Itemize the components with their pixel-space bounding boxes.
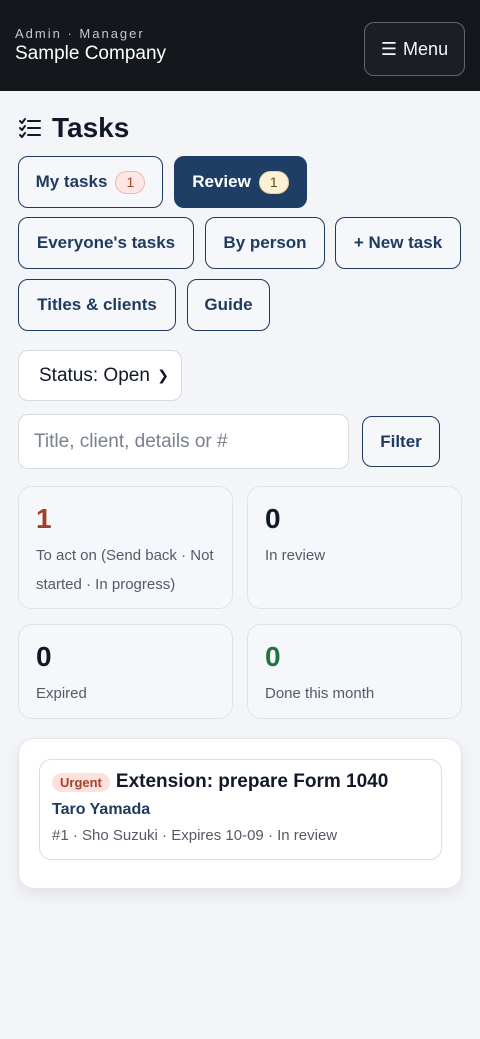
task-meta: #1 · Sho Suzuki · Expires 10-09 · In rev… [52, 827, 338, 844]
status-select[interactable]: Status: Open ❯ [18, 350, 182, 401]
tab-review[interactable]: Review 1 [174, 156, 307, 208]
tab-my-tasks-label: My tasks [35, 172, 108, 191]
stat-to-act-on: 1 To act on (Send back · Not started · I… [18, 486, 233, 609]
stat-in-review-label: In review [265, 547, 326, 564]
search-input[interactable] [18, 414, 349, 469]
tab-titles-clients-label: Titles & clients [37, 295, 157, 314]
tab-by-person-label: By person [223, 233, 307, 252]
tab-my-tasks[interactable]: My tasks 1 [18, 156, 163, 208]
company-name: Sample Company [15, 43, 167, 64]
task-header: Urgent Extension: prepare Form 1040 [52, 771, 388, 793]
new-task-label: + New task [353, 233, 443, 252]
page-title: Tasks [52, 112, 130, 143]
stat-in-review: 0 In review [247, 486, 462, 609]
new-task-button[interactable]: + New task [335, 217, 461, 269]
task-list-panel: Urgent Extension: prepare Form 1040 Taro… [18, 738, 462, 889]
stat-expired-label: Expired [36, 685, 87, 702]
guide-label: Guide [204, 295, 253, 314]
chevron-down-icon: ❯ [157, 367, 169, 383]
urgent-badge: Urgent [52, 772, 110, 792]
stat-done-this-month-value: 0 [265, 641, 281, 672]
checklist-icon [19, 118, 41, 138]
review-count-badge: 1 [258, 170, 289, 194]
my-tasks-count-badge: 1 [115, 170, 146, 194]
filter-label: Filter [380, 431, 422, 451]
stat-to-act-on-value: 1 [36, 503, 52, 534]
guide-button[interactable]: Guide [187, 279, 270, 331]
stat-done-this-month: 0 Done this month [247, 624, 462, 719]
tab-everyones-tasks-label: Everyone's tasks [36, 233, 176, 252]
stat-done-this-month-label: Done this month [265, 685, 375, 702]
tab-titles-clients[interactable]: Titles & clients [18, 279, 176, 331]
tab-by-person[interactable]: By person [205, 217, 325, 269]
filter-button[interactable]: Filter [362, 416, 440, 467]
task-title[interactable]: Extension: prepare Form 1040 [116, 771, 388, 793]
task-client[interactable]: Taro Yamada [52, 801, 150, 819]
status-select-value: Status: Open [39, 364, 150, 386]
page-title-row: Tasks [18, 112, 129, 144]
stat-in-review-value: 0 [265, 503, 281, 534]
stat-expired-value: 0 [36, 641, 52, 672]
hamburger-icon: ☰ [380, 38, 398, 59]
stat-to-act-on-label: To act on (Send back · Not started · In … [36, 547, 214, 593]
user-role: Admin · Manager [15, 26, 145, 41]
tab-everyones-tasks[interactable]: Everyone's tasks [18, 217, 194, 269]
task-card[interactable]: Urgent Extension: prepare Form 1040 Taro… [39, 759, 442, 860]
menu-button[interactable]: ☰ Menu [364, 22, 465, 76]
top-bar: Admin · Manager Sample Company ☰ Menu [0, 0, 480, 91]
tab-review-label: Review [192, 172, 251, 191]
stat-expired: 0 Expired [18, 624, 233, 719]
menu-label: Menu [403, 38, 449, 59]
